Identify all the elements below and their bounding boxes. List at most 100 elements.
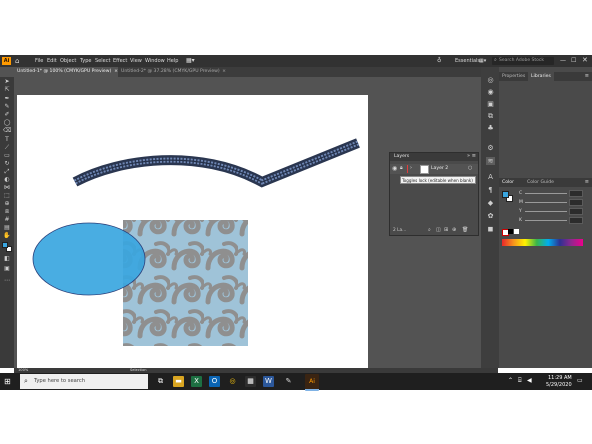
channel-m-label: M <box>519 200 523 205</box>
warp-tool-icon[interactable]: ◐ <box>3 177 11 183</box>
outlook-icon[interactable]: O <box>209 376 220 387</box>
symbols-icon[interactable]: ✿ <box>486 212 495 220</box>
channel-y-field[interactable] <box>569 208 583 215</box>
blue-ellipse[interactable] <box>32 222 146 296</box>
chrome-icon[interactable]: ◎ <box>227 376 238 387</box>
calculator-icon[interactable]: ▦ <box>245 376 256 387</box>
expand-arrow-icon[interactable]: › <box>410 165 412 171</box>
tab-color-guide[interactable]: Color Guide <box>527 180 554 185</box>
libraries-icon[interactable]: ◉ <box>486 88 495 96</box>
current-tool[interactable]: Selection <box>130 368 147 372</box>
pen-tool-icon[interactable]: ✒ <box>3 96 11 102</box>
excel-icon[interactable]: X <box>191 376 202 387</box>
channel-k-field[interactable] <box>569 217 583 224</box>
new-layer-icon[interactable]: ⊕ <box>452 227 456 233</box>
taskbar-time[interactable]: 11:29 AM <box>548 375 572 381</box>
eraser-tool-icon[interactable]: ⌫ <box>3 128 11 134</box>
layers-panel-icon[interactable]: ◎ <box>486 76 495 84</box>
hand-tool-icon[interactable]: ✋ <box>3 233 11 239</box>
paintbrush-tool-icon[interactable]: ✐ <box>3 112 11 118</box>
shape-builder-tool-icon[interactable]: ⊕ <box>3 201 11 207</box>
channel-c-field[interactable] <box>569 190 583 197</box>
settings-tool-icon[interactable]: ✎ <box>283 376 294 387</box>
rectangle-tool-icon[interactable]: ▭ <box>3 153 11 159</box>
shaper-tool-icon[interactable]: ◯ <box>3 120 11 126</box>
fill-stroke-swatch[interactable] <box>2 242 12 252</box>
character-icon[interactable]: A <box>486 173 495 181</box>
glyphs-icon[interactable]: ◆ <box>486 199 495 207</box>
target-icon[interactable]: ○ <box>468 165 472 171</box>
windows-taskbar: ⊞ ⌕ Type here to search ⧉ ▬ X O ◎ ▦ W ✎ … <box>0 373 592 391</box>
perspective-tool-icon[interactable]: ⧈ <box>3 209 11 215</box>
image-trace-icon[interactable]: ▣ <box>486 100 495 108</box>
channel-m-field[interactable] <box>569 199 583 206</box>
locate-object-icon[interactable]: ⌕ <box>428 227 431 233</box>
panel-menu-icon[interactable]: ≡ <box>472 153 476 159</box>
layer-row[interactable]: ◉ 🔒︎ › Layer 2 ○ <box>390 164 478 174</box>
free-transform-tool-icon[interactable]: ⬚ <box>3 193 11 199</box>
taskbar-search-placeholder: Type here to search <box>34 378 85 384</box>
mesh-tool-icon[interactable]: # <box>3 217 11 223</box>
assets-icon[interactable]: ⧉ <box>486 112 495 120</box>
layer-name[interactable]: Layer 2 <box>431 166 448 171</box>
right-dock: Properties Libraries ≡ Color Color Guide… <box>499 67 592 368</box>
screen-mode-icon[interactable]: ▣ <box>3 266 11 272</box>
curvature-tool-icon[interactable]: ✎ <box>3 104 11 110</box>
color-spectrum[interactable] <box>502 239 583 246</box>
taskbar-date[interactable]: 5/29/2020 <box>546 382 572 388</box>
black-swatch[interactable] <box>508 229 513 234</box>
file-explorer-icon[interactable]: ▬ <box>173 376 184 387</box>
more-tools-icon[interactable]: ⋯ <box>3 278 11 284</box>
rotate-tool-icon[interactable]: ↻ <box>3 161 11 167</box>
white-swatch[interactable] <box>514 229 519 234</box>
channel-y-slider[interactable] <box>525 211 567 212</box>
fill-swatch[interactable] <box>502 191 509 198</box>
delete-layer-icon[interactable]: 🗑︎ <box>462 227 468 233</box>
width-tool-icon[interactable]: ⋈ <box>3 185 11 191</box>
channel-m-slider[interactable] <box>525 202 567 203</box>
panel-menu-icon[interactable]: ≡ <box>585 179 589 185</box>
right-panel-tabs: Properties Libraries ≡ <box>499 72 592 81</box>
type-tool-icon[interactable]: T <box>3 137 11 143</box>
task-view-icon[interactable]: ⧉ <box>155 376 166 387</box>
word-icon[interactable]: W <box>263 376 274 387</box>
visibility-eye-icon[interactable]: ◉ <box>392 165 397 172</box>
line-tool-icon[interactable]: ⟋ <box>3 145 11 151</box>
pattern-rectangle[interactable] <box>123 220 248 346</box>
brushes-icon[interactable]: ⚙ <box>486 144 495 152</box>
windows-start-icon[interactable]: ⊞ <box>4 377 13 386</box>
show-hidden-icons[interactable]: ⌃ <box>508 377 513 384</box>
network-icon[interactable]: ⌸ <box>518 377 522 385</box>
layers-panel-title: Layers <box>394 154 410 159</box>
tab-properties[interactable]: Properties <box>502 74 525 79</box>
taskbar-search-box[interactable]: ⌕ Type here to search <box>20 374 148 389</box>
collapse-icon[interactable]: » <box>467 153 470 159</box>
paragraph-icon[interactable]: ¶ <box>486 186 495 194</box>
drawing-mode-icon[interactable]: ◧ <box>3 256 11 262</box>
new-sublayer-icon[interactable]: ⊞ <box>444 227 448 233</box>
appearance-icon[interactable]: ◼ <box>486 225 495 233</box>
direct-selection-tool-icon[interactable]: ⇱ <box>3 87 11 93</box>
tab-libraries[interactable]: Libraries <box>528 72 554 81</box>
swatches-icon[interactable]: ♣ <box>486 124 495 132</box>
volume-icon[interactable]: ◀ <box>527 377 532 384</box>
channel-c-slider[interactable] <box>525 193 567 194</box>
tab-color[interactable]: Color <box>502 180 514 185</box>
channel-c-label: C <box>519 191 523 196</box>
layer-count: 2 La... <box>393 228 407 233</box>
lock-icon[interactable]: 🔒︎ <box>400 165 403 171</box>
zoom-level[interactable]: 100% <box>18 368 28 372</box>
fill-swatch[interactable] <box>2 242 8 248</box>
panel-menu-icon[interactable]: ≡ <box>585 73 589 79</box>
clipping-mask-icon[interactable]: ◫ <box>436 227 441 233</box>
color-panel: Color Color Guide ≡ C M Y K <box>499 178 592 256</box>
selection-tool-icon[interactable]: ➤ <box>3 79 11 85</box>
layer-thumbnail <box>420 165 429 174</box>
layers-panel-footer: 2 La... ⌕ ◫ ⊞ ⊕ 🗑︎ <box>390 227 478 235</box>
illustrator-taskbar-icon[interactable]: Ai <box>305 374 319 391</box>
notifications-icon[interactable]: ▭ <box>577 377 583 384</box>
scale-tool-icon[interactable]: ⤢ <box>3 169 11 175</box>
stacked-layers-icon[interactable]: ≋ <box>486 157 495 165</box>
channel-k-slider[interactable] <box>525 220 567 221</box>
gradient-tool-icon[interactable]: ▤ <box>3 225 11 231</box>
